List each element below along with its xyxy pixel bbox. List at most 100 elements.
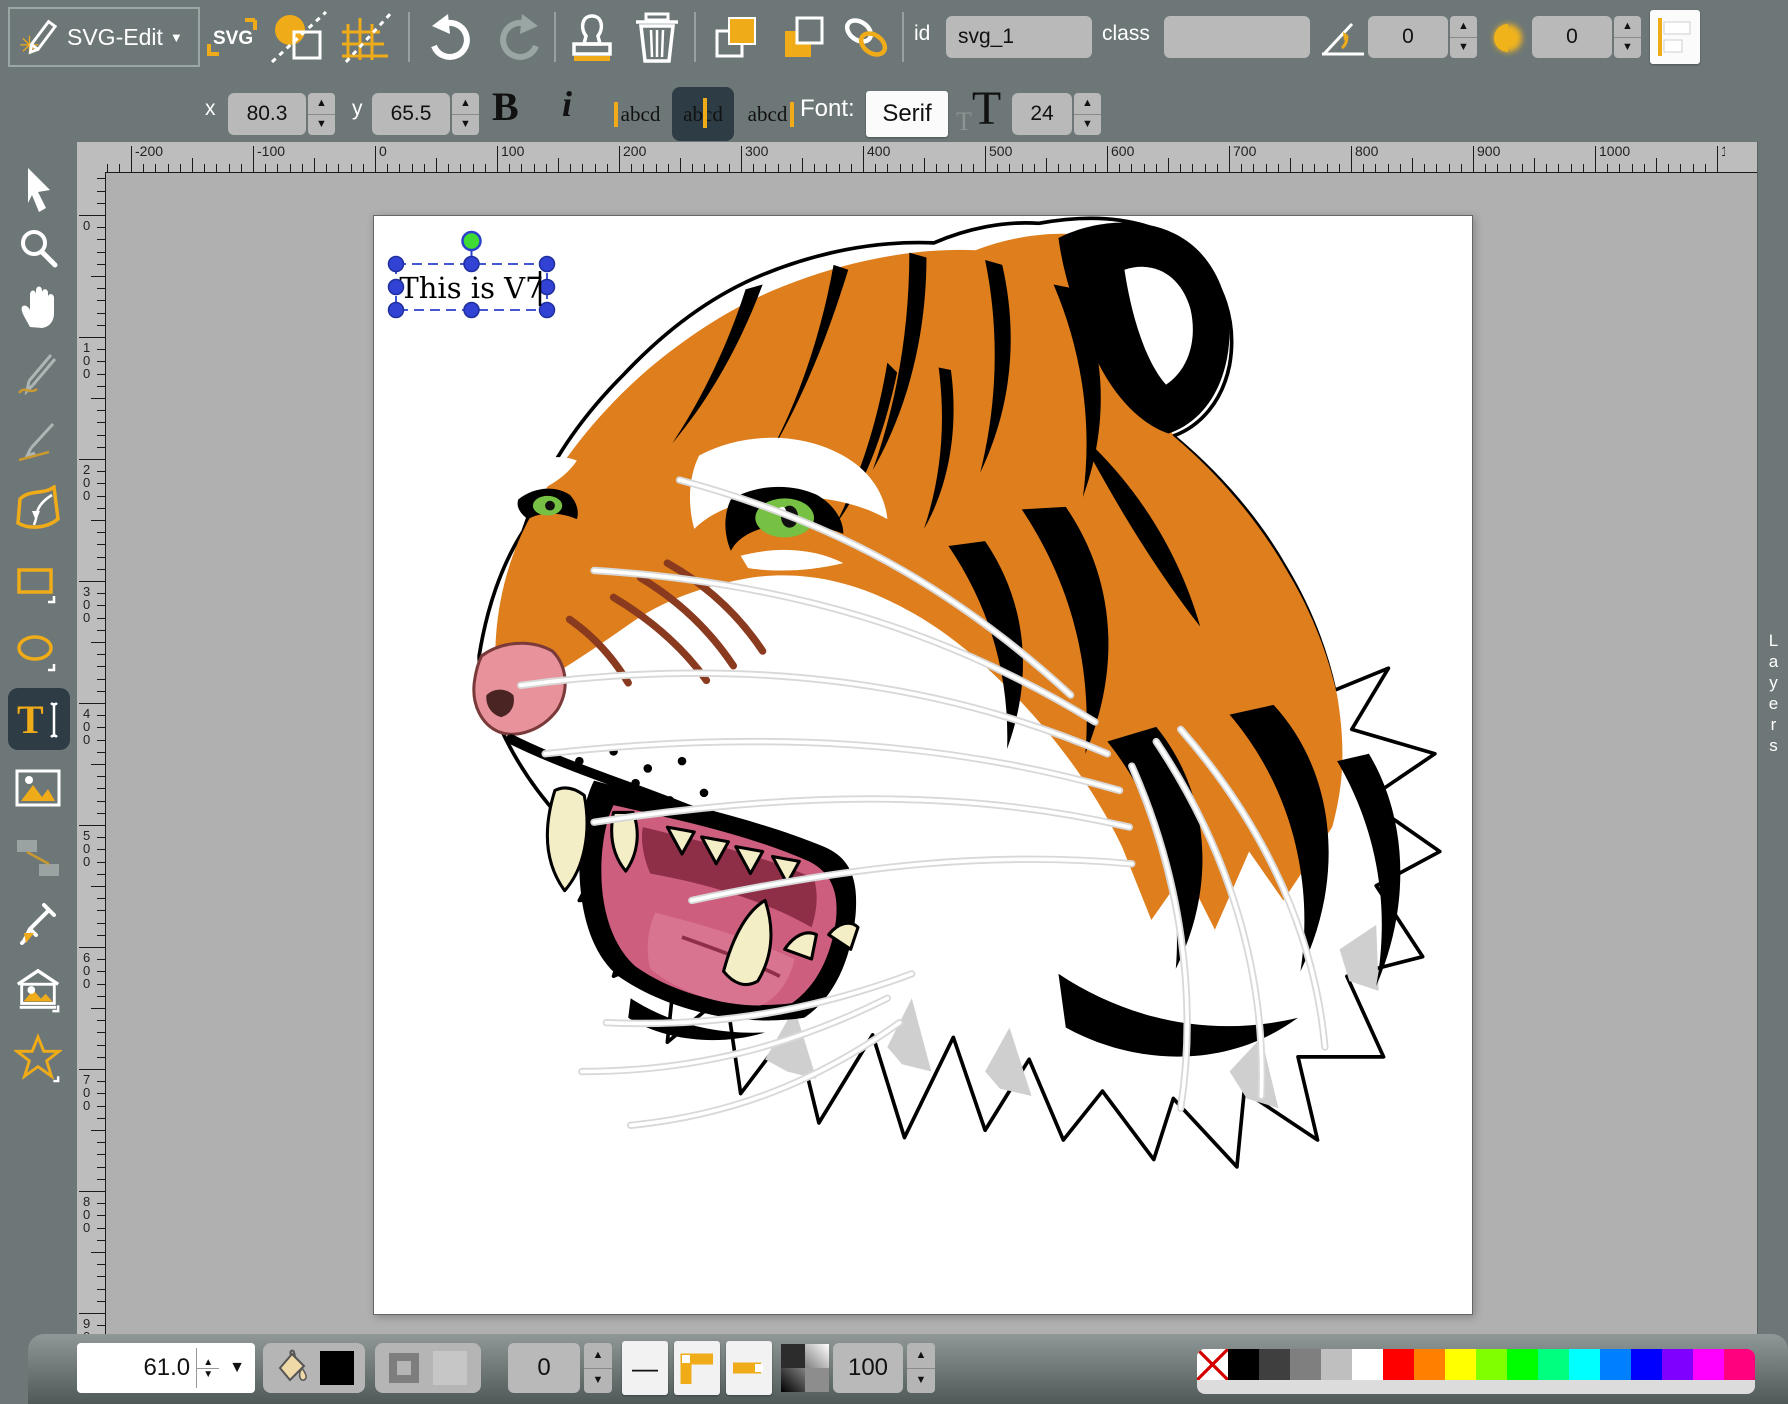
rotate-handle <box>463 232 481 250</box>
text-anchor-start-button[interactable]: abcd <box>608 95 666 133</box>
ruler-left-label: 200 <box>83 463 95 502</box>
opacity-input[interactable] <box>833 1343 903 1393</box>
palette-swatch-007fff[interactable] <box>1600 1349 1631 1380</box>
tool-connector[interactable] <box>14 834 62 882</box>
tool-eyedropper[interactable] <box>14 898 62 946</box>
palette-swatch-0000ff[interactable] <box>1631 1349 1662 1380</box>
palette-swatch-000000[interactable] <box>1228 1349 1259 1380</box>
align-relative-button[interactable] <box>1650 10 1700 64</box>
x-spinner[interactable]: ▲▼ <box>308 93 335 135</box>
tool-pan[interactable] <box>14 282 62 330</box>
redo-button[interactable] <box>492 12 546 62</box>
ruler-top-label: 800 <box>1355 143 1378 159</box>
make-link-button[interactable] <box>842 16 890 60</box>
ruler-top: -200-10001002003004005006007008009001000… <box>105 142 1725 173</box>
stroke-linecap-button[interactable] <box>726 1341 772 1395</box>
delete-button[interactable] <box>632 10 682 64</box>
element-id-input[interactable] <box>946 16 1092 58</box>
palette-swatch-7fff00[interactable] <box>1476 1349 1507 1380</box>
dash-style-value: — <box>632 1353 658 1384</box>
font-family-button[interactable]: Serif <box>866 91 948 137</box>
ruler-left-label: 300 <box>83 585 95 624</box>
palette-swatch-ffffff[interactable] <box>1352 1349 1383 1380</box>
palette-swatch-ffff00[interactable] <box>1445 1349 1476 1380</box>
x-input[interactable] <box>228 93 306 135</box>
element-class-input[interactable] <box>1164 16 1310 58</box>
move-to-back-button[interactable] <box>778 14 828 62</box>
tool-path[interactable] <box>14 484 62 532</box>
tool-rect[interactable] <box>14 560 62 608</box>
logo-menu-caret: ▼ <box>170 30 183 45</box>
angle-spinner[interactable]: ▲▼ <box>1450 16 1477 58</box>
zoom-dropdown-caret[interactable]: ▼ <box>219 1359 255 1377</box>
zoom-value: 61.0 <box>77 1354 196 1382</box>
selection-overlay: This is V7 <box>374 216 1474 1316</box>
bold-button[interactable]: B <box>492 83 519 130</box>
tool-line[interactable] <box>14 418 62 466</box>
blur-spinner[interactable]: ▲▼ <box>1614 16 1641 58</box>
font-size-spinner[interactable]: ▲▼ <box>1074 93 1101 135</box>
font-size-input[interactable] <box>1012 93 1072 135</box>
angle-input[interactable] <box>1368 16 1448 58</box>
italic-button[interactable]: i <box>562 83 572 125</box>
svg-text:T: T <box>17 697 44 741</box>
text-anchor-middle-button[interactable]: abcd <box>672 87 734 141</box>
palette-swatch-none[interactable] <box>1197 1349 1228 1380</box>
palette-swatch-00ffff[interactable] <box>1569 1349 1600 1380</box>
tool-pencil[interactable] <box>14 350 62 398</box>
undo-button[interactable] <box>424 12 478 62</box>
ruler-left-label: 600 <box>83 951 95 990</box>
y-input[interactable] <box>372 93 450 135</box>
y-spinner[interactable]: ▲▼ <box>452 93 479 135</box>
stroke-dash-dropdown[interactable]: — <box>622 1341 668 1395</box>
opacity-icon <box>781 1344 829 1392</box>
text-anchor-end-button[interactable]: abcd <box>742 95 800 133</box>
font-size-icon: TT <box>956 85 1001 135</box>
ruler-top-label: 0 <box>379 143 387 159</box>
palette-swatch-ff007f[interactable] <box>1724 1349 1755 1380</box>
stroke-linejoin-button[interactable] <box>674 1341 720 1395</box>
bottom-toolbar: 61.0 ▲▼ ▼ ▲▼ — <box>28 1334 1788 1404</box>
palette-swatch-3f3f3f[interactable] <box>1259 1349 1290 1380</box>
text-toolbar: x ▲▼ y ▲▼ B i abcd abcd abcd Font: Serif… <box>0 73 1788 143</box>
stroke-width-input[interactable] <box>508 1343 580 1393</box>
svg-canvas[interactable]: This is V7 <box>373 215 1473 1315</box>
svg-source-button[interactable]: SVG <box>205 14 259 60</box>
tool-text[interactable]: T <box>8 688 70 750</box>
tool-ellipse[interactable] <box>14 628 62 676</box>
move-to-front-button[interactable] <box>712 14 762 62</box>
tool-shape-library[interactable] <box>14 966 62 1014</box>
toolbar-divider <box>408 12 410 62</box>
tool-select[interactable] <box>14 166 62 214</box>
stroke-color-swatch[interactable] <box>433 1351 467 1385</box>
doc-properties-button[interactable] <box>268 10 330 64</box>
editor-prefs-grid-button[interactable] <box>340 10 396 64</box>
palette-swatch-ff7f00[interactable] <box>1414 1349 1445 1380</box>
fill-color-group <box>263 1343 365 1393</box>
x-label: x <box>205 97 216 121</box>
blur-input[interactable] <box>1532 16 1612 58</box>
palette-swatch-ff0000[interactable] <box>1383 1349 1414 1380</box>
zoom-spinner[interactable]: ▲▼ <box>196 1348 219 1388</box>
stroke-color-group <box>375 1343 481 1393</box>
zoom-control[interactable]: 61.0 ▲▼ ▼ <box>77 1343 255 1393</box>
palette-swatch-bfbfbf[interactable] <box>1321 1349 1352 1380</box>
tool-image[interactable] <box>14 764 62 812</box>
palette-swatch-7f7f7f[interactable] <box>1290 1349 1321 1380</box>
clone-stamp-button[interactable] <box>566 10 618 64</box>
tool-star[interactable] <box>14 1034 62 1082</box>
palette-swatch-7f00ff[interactable] <box>1662 1349 1693 1380</box>
opacity-spinner[interactable]: ▲▼ <box>907 1343 935 1393</box>
palette-swatch-ff00ff[interactable] <box>1693 1349 1724 1380</box>
logo-menu-button[interactable]: ✳ SVG-Edit ▼ <box>8 7 200 67</box>
layers-panel-toggle[interactable]: Layers <box>1757 142 1788 1334</box>
stroke-width-spinner[interactable]: ▲▼ <box>584 1343 612 1393</box>
angle-icon <box>1320 18 1366 58</box>
ruler-top-label: 900 <box>1477 143 1500 159</box>
fill-color-swatch[interactable] <box>320 1351 354 1385</box>
palette-swatch-00ff7f[interactable] <box>1538 1349 1569 1380</box>
palette-swatch-00ff00[interactable] <box>1507 1349 1538 1380</box>
tool-zoom[interactable] <box>14 224 62 272</box>
ruler-left-label: 0 <box>83 219 95 232</box>
stroke-icon <box>389 1353 419 1383</box>
